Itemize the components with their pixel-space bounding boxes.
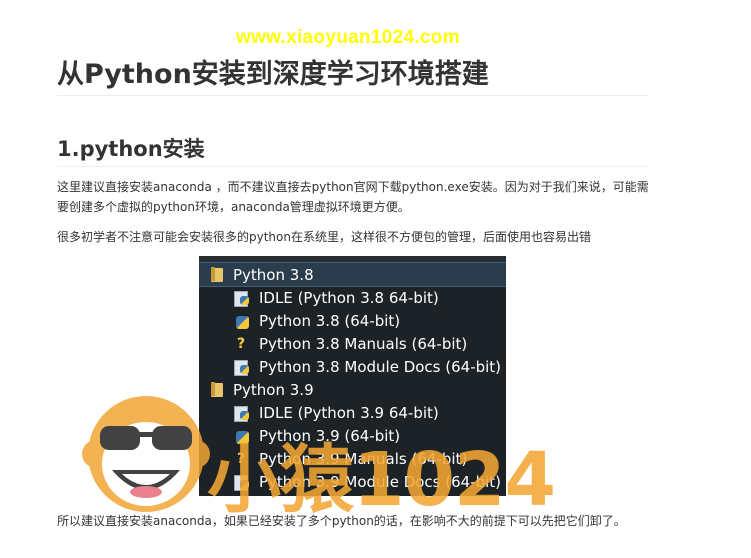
menu-item-label: IDLE (Python 3.8 64-bit) xyxy=(259,288,439,307)
section-heading: 1.python安装 xyxy=(57,133,649,167)
folder-icon xyxy=(211,382,223,397)
help-icon: ? xyxy=(237,335,246,352)
menu-folder-python39[interactable]: Python 3.9 xyxy=(199,378,506,401)
menu-item-label: Python 3.8 xyxy=(233,265,314,284)
python-icon xyxy=(234,313,250,329)
menu-folder-python38[interactable]: Python 3.8 xyxy=(199,262,506,287)
idle-icon xyxy=(234,290,250,307)
menu-item-label: IDLE (Python 3.9 64-bit) xyxy=(259,403,439,422)
folder-icon xyxy=(211,267,223,282)
monkey-mascot-icon xyxy=(82,396,210,512)
menu-item-label: Python 3.8 (64-bit) xyxy=(259,311,401,330)
brand-watermark: 小猿1024 xyxy=(207,437,556,523)
menu-item-python-38[interactable]: Python 3.8 (64-bit) xyxy=(199,309,506,332)
menu-item-label: Python 3.8 Module Docs (64-bit) xyxy=(259,357,502,376)
menu-item-label: Python 3.9 xyxy=(233,380,314,399)
watermark-url: www.xiaoyuan1024.com xyxy=(236,27,460,48)
menu-item-docs-38[interactable]: Python 3.8 Module Docs (64-bit) xyxy=(199,355,506,378)
paragraph-2: 很多初学者不注意可能会安装很多的python在系统里，这样很不方便包的管理，后面… xyxy=(57,230,591,244)
menu-item-idle-38[interactable]: IDLE (Python 3.8 64-bit) xyxy=(199,286,506,309)
paragraph-1: 这里建议直接安装anaconda ，而不建议直接去python官网下载pytho… xyxy=(57,180,649,214)
menu-item-manuals-38[interactable]: ? Python 3.8 Manuals (64-bit) xyxy=(199,332,506,355)
docs-icon xyxy=(234,359,250,376)
menu-item-label: Python 3.8 Manuals (64-bit) xyxy=(259,334,468,353)
page-title: 从Python安装到深度学习环境搭建 xyxy=(57,52,649,96)
idle-icon xyxy=(234,405,250,422)
